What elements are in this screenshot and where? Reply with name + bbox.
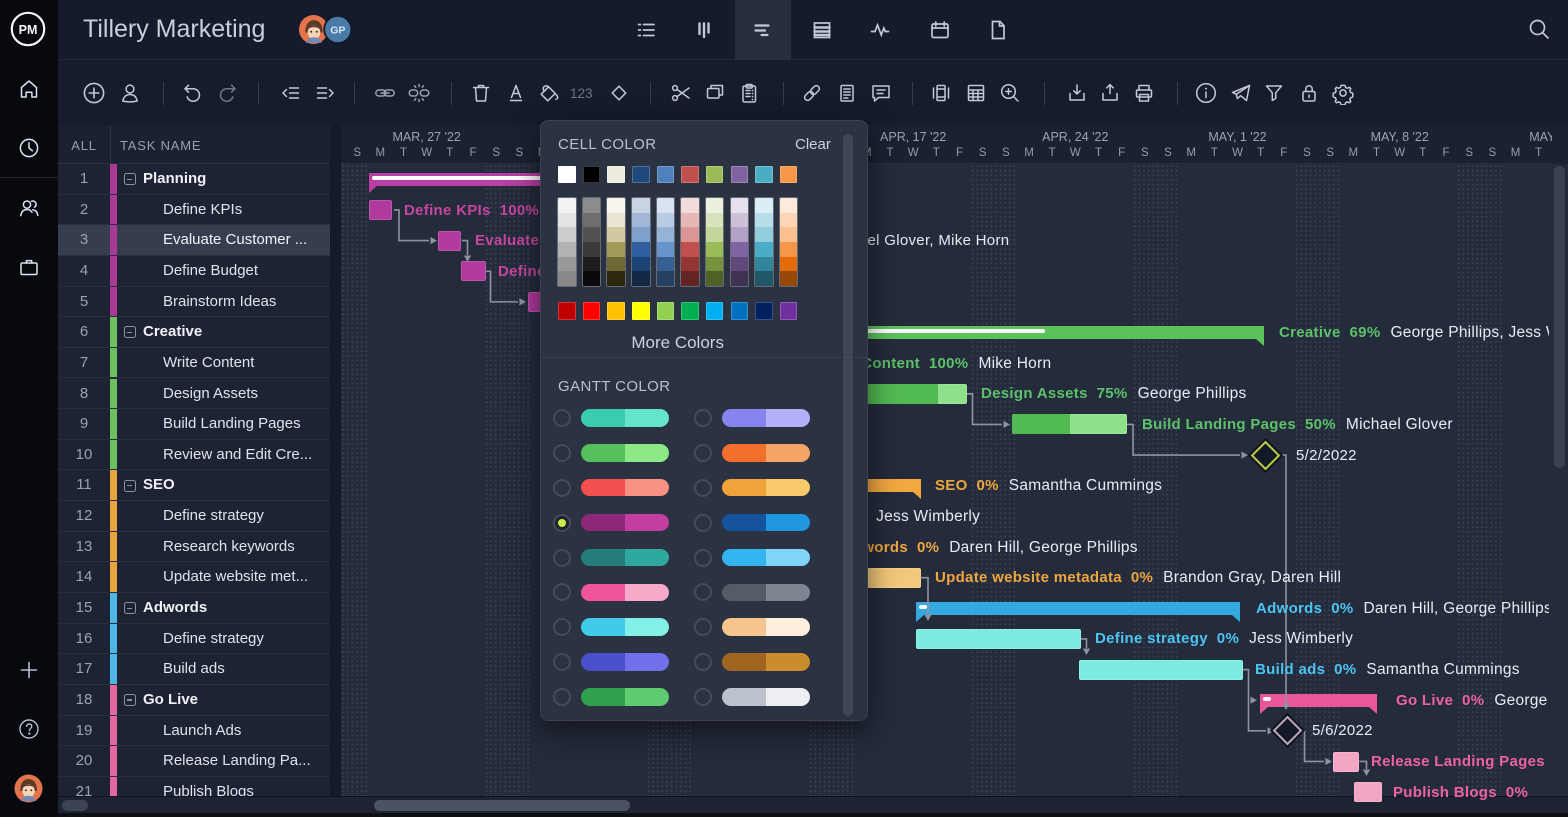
svg-text:PM: PM bbox=[19, 23, 38, 37]
svg-text:GP: GP bbox=[330, 25, 345, 37]
